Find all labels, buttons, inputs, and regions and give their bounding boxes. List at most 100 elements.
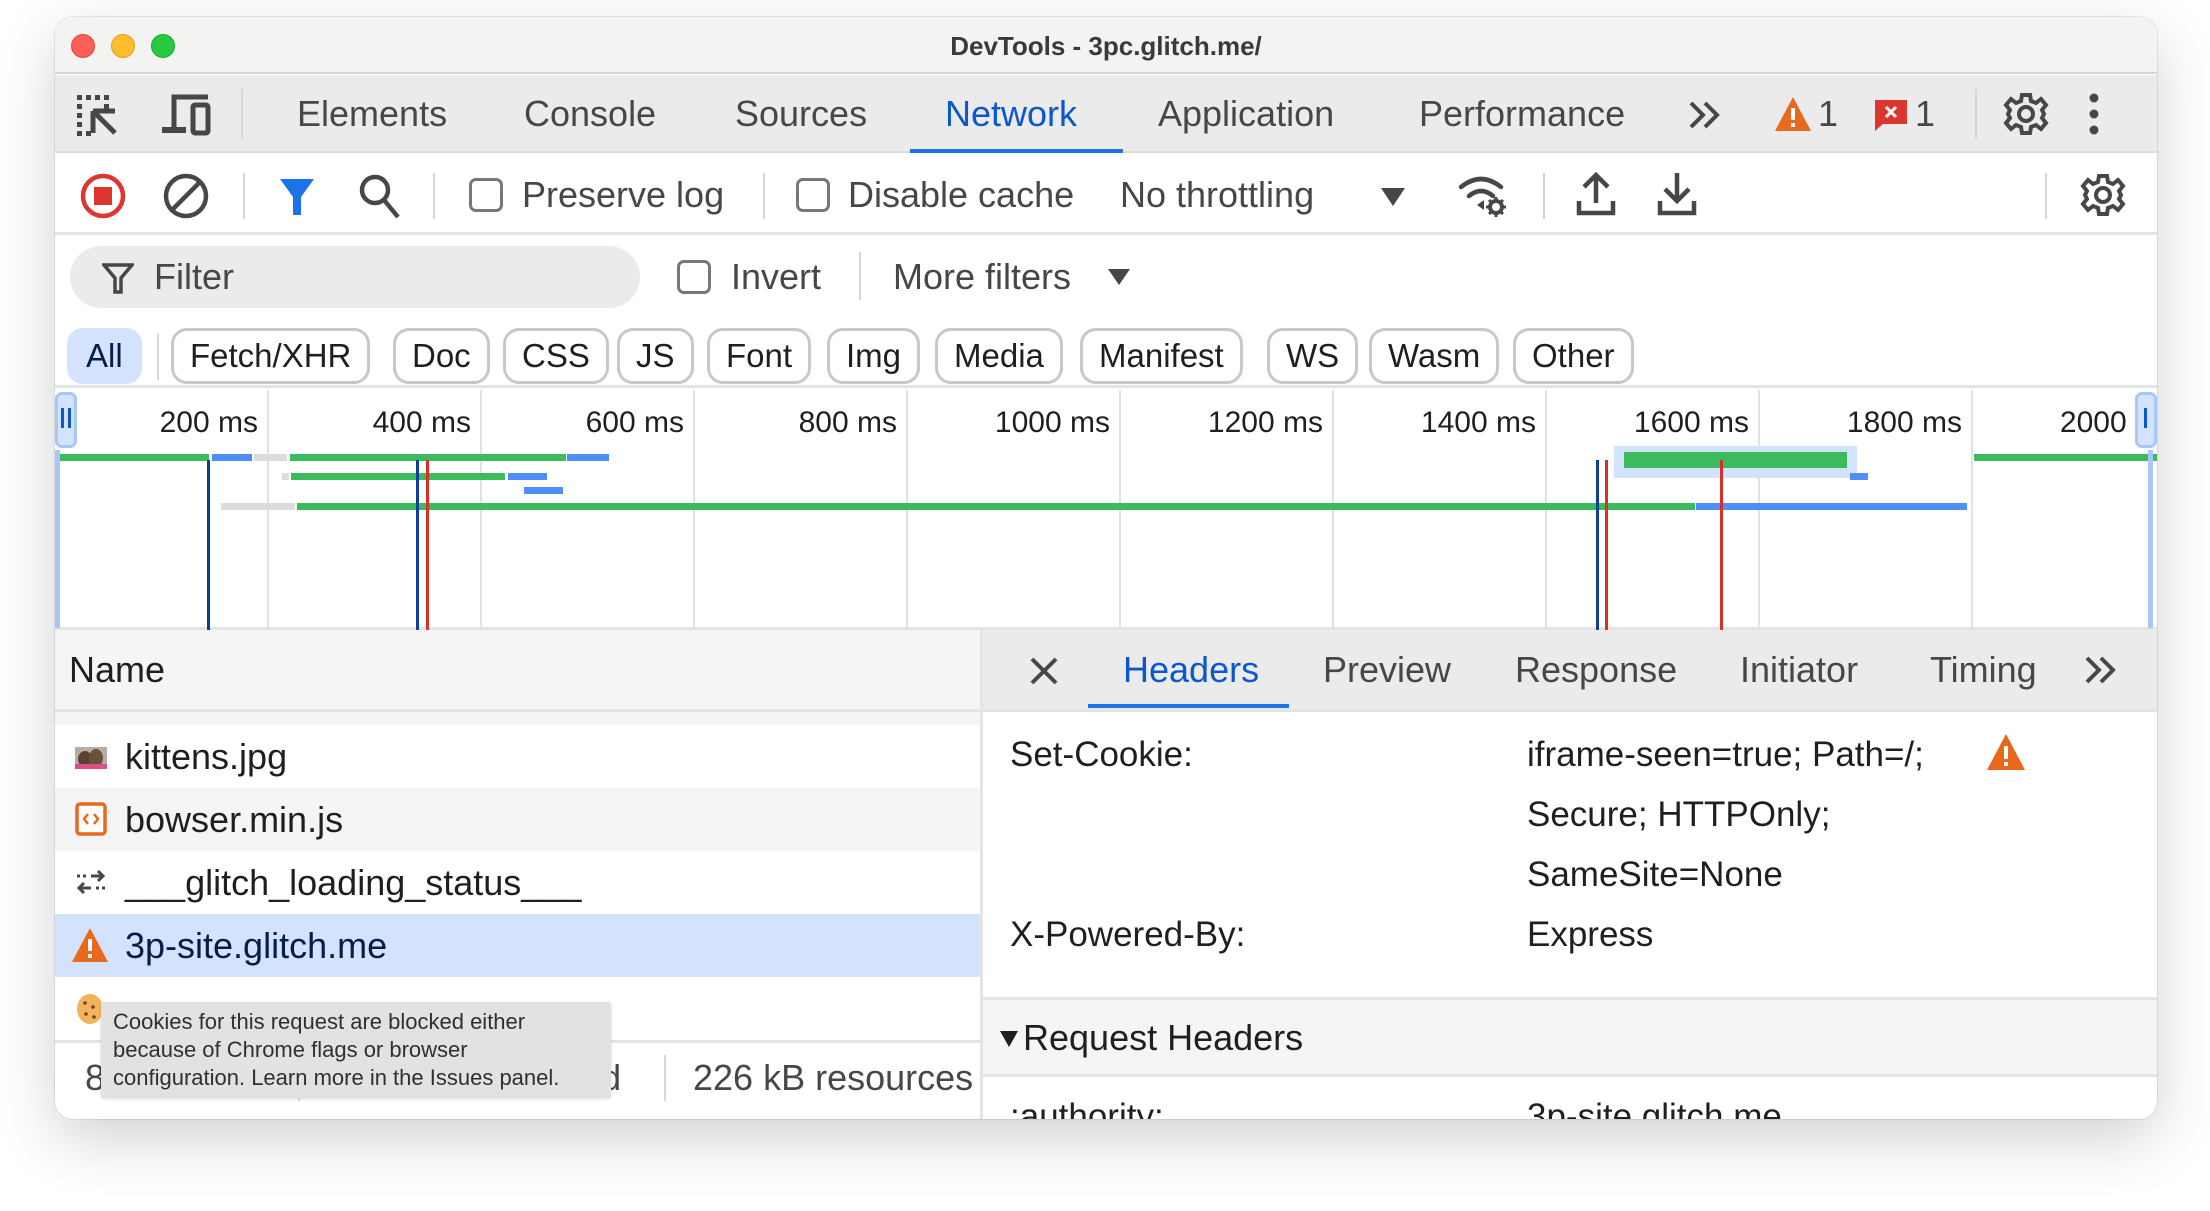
tab-elements[interactable]: Elements <box>297 75 447 153</box>
overview-bar-queue <box>281 473 290 480</box>
overview-tick-label: 1000 ms <box>994 406 1110 439</box>
request-row[interactable]: ___glitch_loading_status___ <box>55 851 983 914</box>
dom-content-loaded-marker <box>416 460 420 630</box>
filter-funnel-icon[interactable] <box>277 175 317 219</box>
warning-count[interactable]: 1 <box>1818 75 1838 153</box>
preserve-log-checkbox[interactable] <box>469 178 503 212</box>
column-header-name[interactable]: Name <box>69 630 165 710</box>
close-details-icon[interactable] <box>1029 656 1059 686</box>
main-tab-bar: Elements Console Sources Network Applica… <box>55 75 2157 153</box>
chip-other[interactable]: Other <box>1513 328 1634 384</box>
overview-grid-line <box>693 390 695 630</box>
request-row[interactable]: bowser.min.js <box>55 788 983 851</box>
overview-grid-line <box>1332 390 1334 630</box>
tab-sources[interactable]: Sources <box>735 75 867 153</box>
overview-bar-download <box>567 454 609 461</box>
overview-right-handle[interactable] <box>2135 392 2157 448</box>
overview-grid-line <box>1545 390 1547 630</box>
tab-initiator[interactable]: Initiator <box>1740 630 1858 710</box>
overview-bar-queue <box>283 503 295 510</box>
more-details-tabs-chevron-icon[interactable] <box>2081 652 2121 688</box>
cookie-warning-icon[interactable] <box>1985 732 2027 772</box>
request-row-selected[interactable]: 3p-site.glitch.me <box>55 914 983 977</box>
error-count[interactable]: 1 <box>1915 75 1935 153</box>
title-bar: DevTools - 3pc.glitch.me/ <box>55 17 2157 74</box>
image-thumbnail-icon <box>75 747 107 769</box>
overview-tick-label: 1800 ms <box>1846 406 1962 439</box>
import-har-upload-icon[interactable] <box>1576 171 1616 217</box>
overview-bar-download <box>211 454 253 461</box>
request-name: bowser.min.js <box>125 799 344 840</box>
network-settings-gear-icon[interactable] <box>2080 172 2126 218</box>
tab-performance[interactable]: Performance <box>1419 75 1625 153</box>
warning-icon[interactable] <box>1773 95 1813 133</box>
tab-application[interactable]: Application <box>1158 75 1334 153</box>
disable-cache-label[interactable]: Disable cache <box>848 155 1074 235</box>
preserve-log-label[interactable]: Preserve log <box>522 155 724 235</box>
stop-recording-icon[interactable] <box>80 173 126 219</box>
more-filters-dropdown-arrow-icon[interactable] <box>1107 268 1131 286</box>
toolbar-separator <box>433 173 435 219</box>
chip-all[interactable]: All <box>67 328 142 384</box>
chip-separator <box>157 334 159 380</box>
more-options-kebab-icon[interactable] <box>2088 91 2100 137</box>
more-filters-button[interactable]: More filters <box>893 238 1071 316</box>
header-value: Secure; HTTPOnly; <box>1527 795 1831 834</box>
request-row[interactable]: kittens.jpg <box>55 725 983 788</box>
overview-bar-download <box>1849 473 1868 480</box>
inspect-element-icon[interactable] <box>75 93 119 137</box>
expand-triangle-icon[interactable] <box>999 1030 1019 1048</box>
dom-content-loaded-marker <box>1596 460 1600 630</box>
device-toolbar-icon[interactable] <box>162 93 212 137</box>
chip-wasm[interactable]: Wasm <box>1369 328 1500 384</box>
tab-preview[interactable]: Preview <box>1323 630 1451 710</box>
chip-media[interactable]: Media <box>935 328 1063 384</box>
throttling-select[interactable]: No throttling <box>1120 155 1314 235</box>
toolbar-separator <box>1543 173 1545 219</box>
error-icon[interactable] <box>1873 97 1909 133</box>
overview-right-edge[interactable] <box>2148 450 2153 628</box>
status-separator <box>664 1055 666 1101</box>
network-toolbar: Preserve log Disable cache No throttling <box>55 155 2157 235</box>
timeline-overview[interactable]: 200 ms 400 ms 600 ms 800 ms 1000 ms 1200 ms 14… <box>55 390 2157 630</box>
chip-manifest[interactable]: Manifest <box>1080 328 1243 384</box>
more-tabs-chevron-icon[interactable] <box>1685 97 1725 133</box>
disable-cache-checkbox[interactable] <box>796 178 830 212</box>
chip-img[interactable]: Img <box>827 328 921 384</box>
active-tab-indicator <box>910 149 1123 153</box>
header-value: 3p-site.glitch.me <box>1527 1097 1782 1119</box>
overview-left-handle[interactable] <box>55 392 77 448</box>
tab-response[interactable]: Response <box>1515 630 1677 710</box>
tab-console[interactable]: Console <box>524 75 656 153</box>
clear-log-icon[interactable] <box>163 173 209 219</box>
invert-checkbox[interactable] <box>677 260 711 294</box>
chip-fetch-xhr[interactable]: Fetch/XHR <box>171 328 371 384</box>
search-icon[interactable] <box>358 173 402 219</box>
network-conditions-icon[interactable] <box>1457 173 1511 221</box>
resources-size: 226 kB resources <box>693 1057 974 1098</box>
chip-doc[interactable]: Doc <box>393 328 490 384</box>
throttling-dropdown-arrow-icon[interactable] <box>1380 187 1406 207</box>
overview-tick-label: 1600 ms <box>1633 406 1749 439</box>
toolbar-separator <box>859 252 861 300</box>
filter-input[interactable]: Filter <box>70 246 640 308</box>
settings-gear-icon[interactable] <box>2003 91 2049 137</box>
invert-label[interactable]: Invert <box>731 238 821 316</box>
chip-ws[interactable]: WS <box>1267 328 1359 384</box>
overview-tick-label: 600 ms <box>585 406 684 439</box>
chip-font[interactable]: Font <box>707 328 812 384</box>
devtools-window: DevTools - 3pc.glitch.me/ Elements Conso… <box>55 17 2157 1119</box>
tab-timing[interactable]: Timing <box>1930 630 2037 710</box>
request-headers-section[interactable]: Request Headers <box>983 997 2157 1077</box>
filter-bar: Filter Invert More filters <box>55 238 2157 316</box>
chip-css[interactable]: CSS <box>503 328 609 384</box>
window-title: DevTools - 3pc.glitch.me/ <box>950 31 1262 61</box>
overview-bar-queue <box>221 503 284 510</box>
chip-js[interactable]: JS <box>617 328 694 384</box>
overview-bar-waiting <box>1623 452 1848 468</box>
tab-headers[interactable]: Headers <box>1123 630 1259 710</box>
export-har-download-icon[interactable] <box>1657 171 1697 217</box>
overview-left-edge[interactable] <box>55 450 60 628</box>
tab-network[interactable]: Network <box>945 75 1077 153</box>
toolbar-separator <box>241 89 243 139</box>
